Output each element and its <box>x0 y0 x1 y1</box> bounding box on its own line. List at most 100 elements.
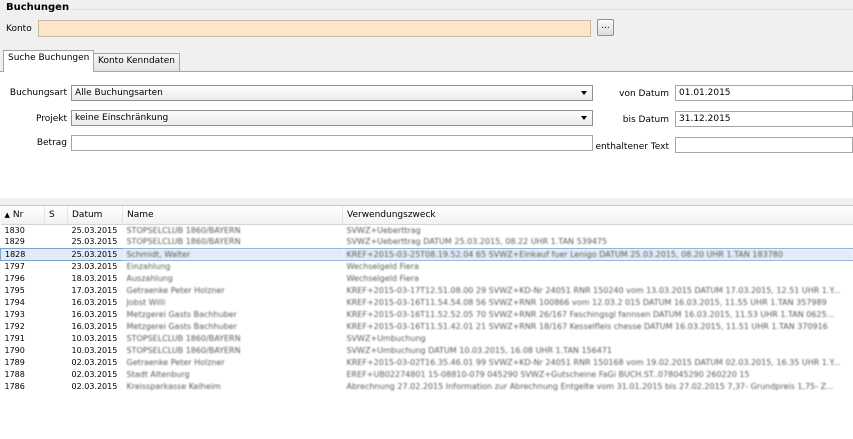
konto-label: Konto <box>6 24 32 34</box>
bis-datum-label: bis Datum <box>622 115 669 125</box>
cell-nr: 1829 <box>4 237 25 247</box>
table-body: 1830 25.03.2015 STOPSELCLUB 1860/BAYERN SVW… <box>0 224 853 392</box>
tab-konto-kenndaten[interactable]: Konto Kenndaten <box>93 53 180 71</box>
cell-verwendungszweck: Abrechnung 27.02.2015 Information zur Ab… <box>346 381 834 391</box>
cell-nr: 1786 <box>4 381 25 391</box>
table-row[interactable]: 1830 25.03.2015 STOPSELCLUB 1860/BAYERN SVW… <box>1 224 853 236</box>
table-row[interactable]: 1791 10.03.2015 STOPSELCLUB 1860/BAYERN SVW… <box>1 332 853 344</box>
cell-datum: 25.03.2015 <box>71 225 118 235</box>
table-header: ▲ Nr S Datum Name Verwendungszweck <box>0 206 853 225</box>
buchungsart-select[interactable]: Alle Buchungsarten <box>71 85 593 101</box>
von-datum-label: von Datum <box>619 89 669 99</box>
cell-s <box>45 260 68 272</box>
cell-nr: 1792 <box>4 321 25 331</box>
cell-verwendungszweck: KREF+2015-03-16T11.54.54.08 56 SVWZ+RNR … <box>346 297 827 307</box>
table-row[interactable]: 1797 23.03.2015 Einzahlung Wechselgeld Fier… <box>1 260 853 272</box>
cell-nr: 1789 <box>4 357 25 367</box>
cell-verwendungszweck: KREF+2015-03-16T11.51.42.01 21 SVWZ+RNR … <box>346 321 828 331</box>
cell-name: STOPSELCLUB 1860/BAYERN <box>126 333 241 343</box>
table-row[interactable]: 1790 10.03.2015 STOPSELCLUB 1860/BAYERN SVW… <box>1 344 853 356</box>
cell-nr: 1797 <box>4 261 25 271</box>
group-divider <box>72 9 853 10</box>
cell-verwendungszweck: EREF+UB02274801 15-08810-079 045290 SVWZ… <box>346 369 750 379</box>
cell-name: Getraenke Peter Holzner <box>126 357 225 367</box>
table-row[interactable]: 1788 02.03.2015 Stadt Altenburg EREF+UB0227… <box>1 368 853 380</box>
cell-verwendungszweck: SVWZ+Umbuchung <box>346 333 426 343</box>
table-row[interactable]: 1789 02.03.2015 Getraenke Peter Holzner KRE… <box>1 356 853 368</box>
cell-datum: 25.03.2015 <box>71 237 118 247</box>
cell-datum: 16.03.2015 <box>71 309 118 319</box>
column-header-nr[interactable]: ▲ Nr <box>0 206 45 225</box>
cell-s <box>44 247 68 261</box>
table-row[interactable]: 1786 02.03.2015 Kreissparkasse Kelheim Abre… <box>1 380 853 392</box>
cell-nr: 1828 <box>0 247 45 261</box>
cell-datum: 17.03.2015 <box>71 285 118 295</box>
cell-name: Kreissparkasse Kelheim <box>126 381 221 391</box>
cell-name: STOPSELCLUB 1860/BAYERN <box>126 225 241 235</box>
cell-name: STOPSELCLUB 1860/BAYERN <box>126 237 241 247</box>
tab-suche-buchungen[interactable]: Suche Buchungen <box>3 50 95 72</box>
table-row[interactable]: 1796 18.03.2015 Auszahlung Wechselgeld Fier… <box>1 272 853 284</box>
cell-verwendungszweck: KREF+2015-03-02T16.35.46.01 99 SVWZ+KD-N… <box>346 357 841 367</box>
cell-nr: 1795 <box>4 285 25 295</box>
cell-nr: 1791 <box>4 333 25 343</box>
von-datum-input[interactable]: 01.01.2015 <box>675 85 853 101</box>
table-row[interactable]: 1792 16.03.2015 Metzgerei Gasts Bachhuber K… <box>1 320 853 332</box>
table-row[interactable]: 1795 17.03.2015 Getraenke Peter Holzner KRE… <box>1 284 853 296</box>
table-row[interactable]: 1828 25.03.2015 Schmidt, Walter KREF+2015-0… <box>0 247 853 261</box>
projekt-select[interactable]: keine Einschränkung <box>71 110 593 126</box>
cell-s <box>45 356 68 368</box>
cell-s <box>45 308 68 320</box>
cell-s <box>45 332 68 344</box>
cell-datum: 02.03.2015 <box>71 369 118 379</box>
cell-name: Einzahlung <box>126 261 171 271</box>
cell-nr: 1790 <box>4 345 25 355</box>
cell-verwendungszweck: SVWZ+Ueberttrag DATUM 25.03.2015, 08.22 … <box>346 237 608 247</box>
table-row[interactable]: 1793 16.03.2015 Metzgerei Gasts Bachhuber K… <box>1 308 853 320</box>
cell-nr: 1796 <box>4 273 25 283</box>
cell-datum: 18.03.2015 <box>71 273 118 283</box>
group-title: Buchungen <box>6 2 70 13</box>
cell-verwendungszweck: KREF+2015-03-17T12.51.08.00 29 SVWZ+KD-N… <box>346 285 841 295</box>
cell-datum: 25.03.2015 <box>67 247 123 261</box>
cell-verwendungszweck: KREF+2015-03-25T08.19.52.04 65 SVWZ+Eink… <box>342 247 853 261</box>
cell-verwendungszweck: Wechselgeld Fiera <box>346 261 419 271</box>
enthaltener-text-label: enthaltener Text <box>595 142 669 152</box>
cell-datum: 02.03.2015 <box>71 357 118 367</box>
konto-input[interactable] <box>38 20 591 37</box>
column-header-s[interactable]: S <box>44 206 68 225</box>
betrag-input[interactable] <box>71 135 593 151</box>
cell-verwendungszweck: Wechselgeld Fiera <box>346 273 419 283</box>
buchungen-table: ▲ Nr S Datum Name Verwendungszweck 1830 25… <box>0 205 853 439</box>
column-header-verwendungszweck[interactable]: Verwendungszweck <box>342 206 853 225</box>
cell-datum: 23.03.2015 <box>71 261 118 271</box>
enthaltener-text-input[interactable] <box>675 137 853 153</box>
konto-browse-button[interactable]: ... <box>597 19 614 36</box>
cell-s <box>45 224 68 236</box>
cell-nr: 1788 <box>4 369 25 379</box>
table-row[interactable]: 1794 16.03.2015 Jobst Willi KREF+2015-03-16… <box>1 296 853 308</box>
cell-nr: 1794 <box>4 297 25 307</box>
bis-datum-input[interactable]: 31.12.2015 <box>675 111 853 127</box>
cell-s <box>45 296 68 308</box>
column-header-name[interactable]: Name <box>122 206 343 225</box>
cell-datum: 10.03.2015 <box>71 345 118 355</box>
cell-name: Metzgerei Gasts Bachhuber <box>126 309 237 319</box>
cell-s <box>45 344 68 356</box>
cell-name: Jobst Willi <box>126 297 166 307</box>
buchungsart-label: Buchungsart <box>9 88 67 98</box>
table-row[interactable]: 1829 25.03.2015 STOPSELCLUB 1860/BAYERN SVW… <box>1 236 853 248</box>
column-header-datum[interactable]: Datum <box>67 206 123 225</box>
projekt-value: keine Einschränkung <box>75 113 169 123</box>
betrag-label: Betrag <box>36 138 67 148</box>
cell-nr: 1793 <box>4 309 25 319</box>
cell-name: Getraenke Peter Holzner <box>126 285 225 295</box>
search-panel: Buchungsart Alle Buchungsarten Projekt k… <box>0 71 853 198</box>
cell-verwendungszweck: SVWZ+Umbuchung DATUM 10.03.2015, 16.08 U… <box>346 345 612 355</box>
cell-datum: 16.03.2015 <box>71 321 118 331</box>
chevron-down-icon <box>581 116 587 120</box>
cell-s <box>45 272 68 284</box>
buchungsart-value: Alle Buchungsarten <box>75 88 163 98</box>
cell-name: STOPSELCLUB 1860/BAYERN <box>126 345 241 355</box>
cell-s <box>45 368 68 380</box>
